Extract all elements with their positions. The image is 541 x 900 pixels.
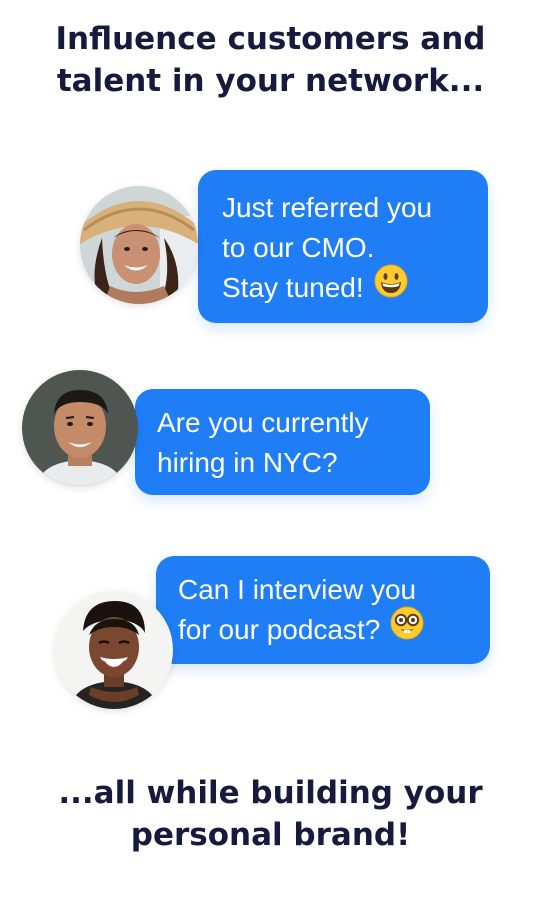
top-headline-line-2: talent in your network...	[56, 63, 485, 99]
message-1-line-3: Stay tuned!	[222, 264, 488, 309]
top-headline: Influence customers and talent in your n…	[0, 18, 541, 102]
woman-straw-hat-avatar	[80, 186, 198, 304]
woman-laughing-avatar	[55, 591, 173, 709]
message-1-line-2: to our CMO.	[222, 232, 375, 263]
message-1-line-1: Just referred you	[222, 192, 433, 223]
message-bubble-3: Can I interview you for our podcast?	[156, 556, 490, 664]
nerd-face-icon	[390, 606, 424, 651]
grinning-face-icon	[374, 264, 408, 309]
message-3-line-2: for our podcast?	[178, 606, 490, 651]
message-bubble-2: Are you currently hiring in NYC?	[135, 389, 430, 495]
bottom-headline: ...all while building your personal bran…	[0, 772, 541, 856]
top-headline-line-1: Influence customers and	[55, 21, 486, 57]
bottom-headline-line-1: ...all while building your	[58, 775, 483, 811]
message-2-line-2: hiring in NYC?	[157, 447, 338, 478]
message-3-line-2-text: for our podcast?	[178, 614, 381, 645]
message-2-line-1: Are you currently	[157, 407, 369, 438]
message-bubble-1: Just referred you to our CMO. Stay tuned…	[198, 170, 488, 323]
bottom-headline-line-2: personal brand!	[130, 817, 411, 853]
promo-screen: Influence customers and talent in your n…	[0, 0, 541, 900]
man-smiling-avatar	[22, 370, 138, 486]
message-1-line-3-text: Stay tuned!	[222, 272, 364, 303]
message-3-line-1: Can I interview you	[178, 574, 417, 605]
